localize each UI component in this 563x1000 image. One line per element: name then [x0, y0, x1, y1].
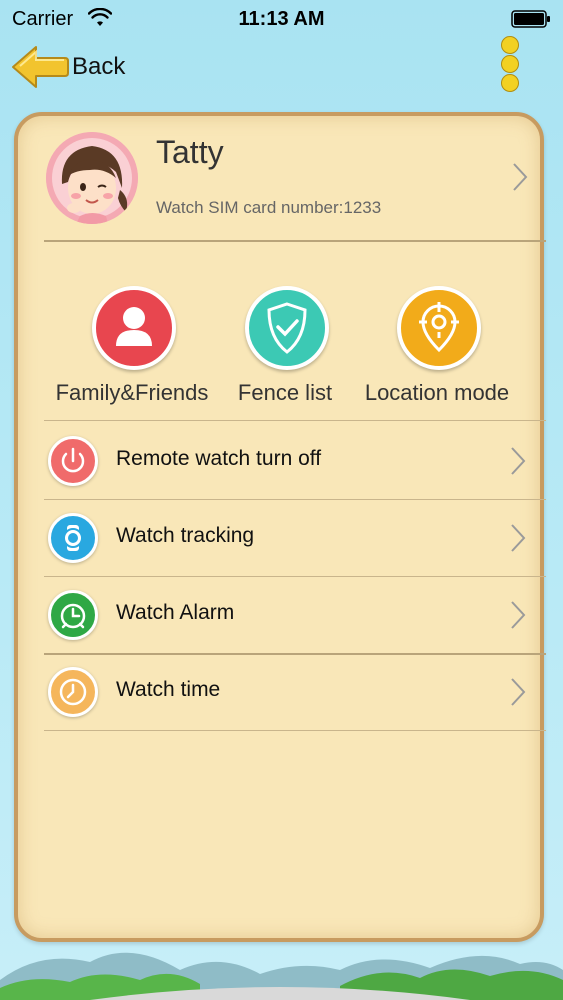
remote-turn-off-label: Remote watch turn off — [116, 447, 322, 470]
more-dot — [501, 74, 519, 92]
watch-time-label: Watch time — [116, 678, 221, 701]
clock-time: 11:13 AM — [238, 8, 325, 30]
chevron-right-icon — [511, 678, 526, 706]
back-button[interactable]: Back — [10, 44, 140, 90]
location-mode-button[interactable]: Location mode — [357, 286, 517, 416]
location-mode-label: Location mode — [364, 380, 510, 405]
hills-decoration — [0, 952, 563, 1000]
chevron-right-icon — [513, 163, 528, 191]
back-label: Back — [72, 53, 126, 80]
divider — [44, 730, 546, 731]
watch-time-row[interactable]: Watch time — [44, 653, 544, 730]
watch-alarm-row[interactable]: Watch Alarm — [44, 576, 544, 653]
watch-tracking-row[interactable]: Watch tracking — [44, 499, 544, 576]
shield-check-icon — [245, 286, 329, 370]
profile-name: Tatty — [156, 134, 224, 170]
sim-card-number: Watch SIM card number:1233 — [156, 198, 382, 217]
chevron-right-icon — [511, 601, 526, 629]
divider — [44, 240, 546, 242]
battery-icon — [511, 10, 550, 28]
more-dot — [501, 55, 519, 73]
main-card: Tatty Watch SIM card number:1233 Family&… — [14, 112, 546, 942]
profile-row[interactable]: Tatty Watch SIM card number:1233 — [18, 116, 540, 238]
alarm-clock-icon — [48, 590, 98, 640]
watch-alarm-label: Watch Alarm — [116, 601, 235, 624]
chevron-right-icon — [511, 524, 526, 552]
person-icon — [92, 286, 176, 370]
location-target-icon — [397, 286, 481, 370]
chevron-right-icon — [511, 447, 526, 475]
power-icon — [48, 436, 98, 486]
girl-avatar — [46, 132, 138, 224]
watch-icon — [48, 513, 98, 563]
more-vertical-icon — [501, 36, 519, 54]
clock-icon — [48, 667, 98, 717]
status-bar: Carrier 11:13 AM — [0, 0, 563, 38]
remote-turn-off-row[interactable]: Remote watch turn off — [44, 422, 544, 499]
watch-tracking-label: Watch tracking — [116, 524, 255, 547]
divider — [44, 420, 546, 421]
more-menu-button[interactable] — [498, 36, 522, 92]
back-arrow-icon — [12, 46, 69, 88]
